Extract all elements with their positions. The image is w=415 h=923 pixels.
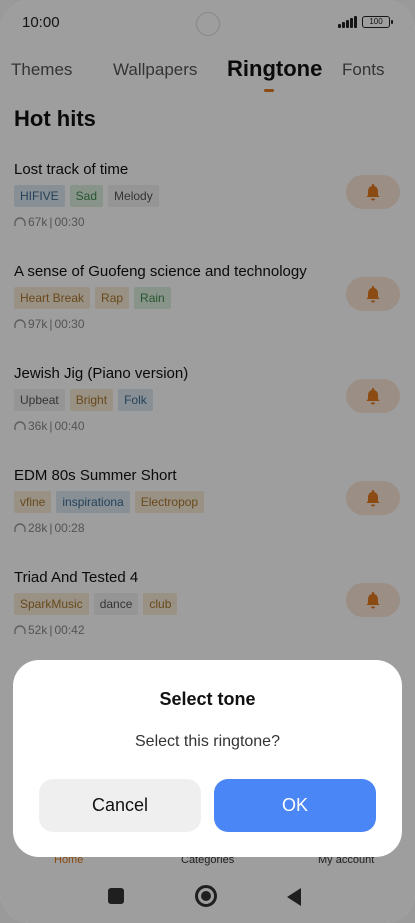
dialog-message: Select this ringtone? [135, 733, 280, 750]
screen: 10:00 100 Themes Wallpapers Ringtone Fon… [0, 0, 415, 923]
cancel-button[interactable]: Cancel [39, 779, 201, 832]
dialog-title: Select tone [159, 689, 256, 709]
select-tone-dialog: Select tone Select this ringtone? Cancel… [13, 660, 402, 857]
ok-button[interactable]: OK [214, 779, 376, 832]
